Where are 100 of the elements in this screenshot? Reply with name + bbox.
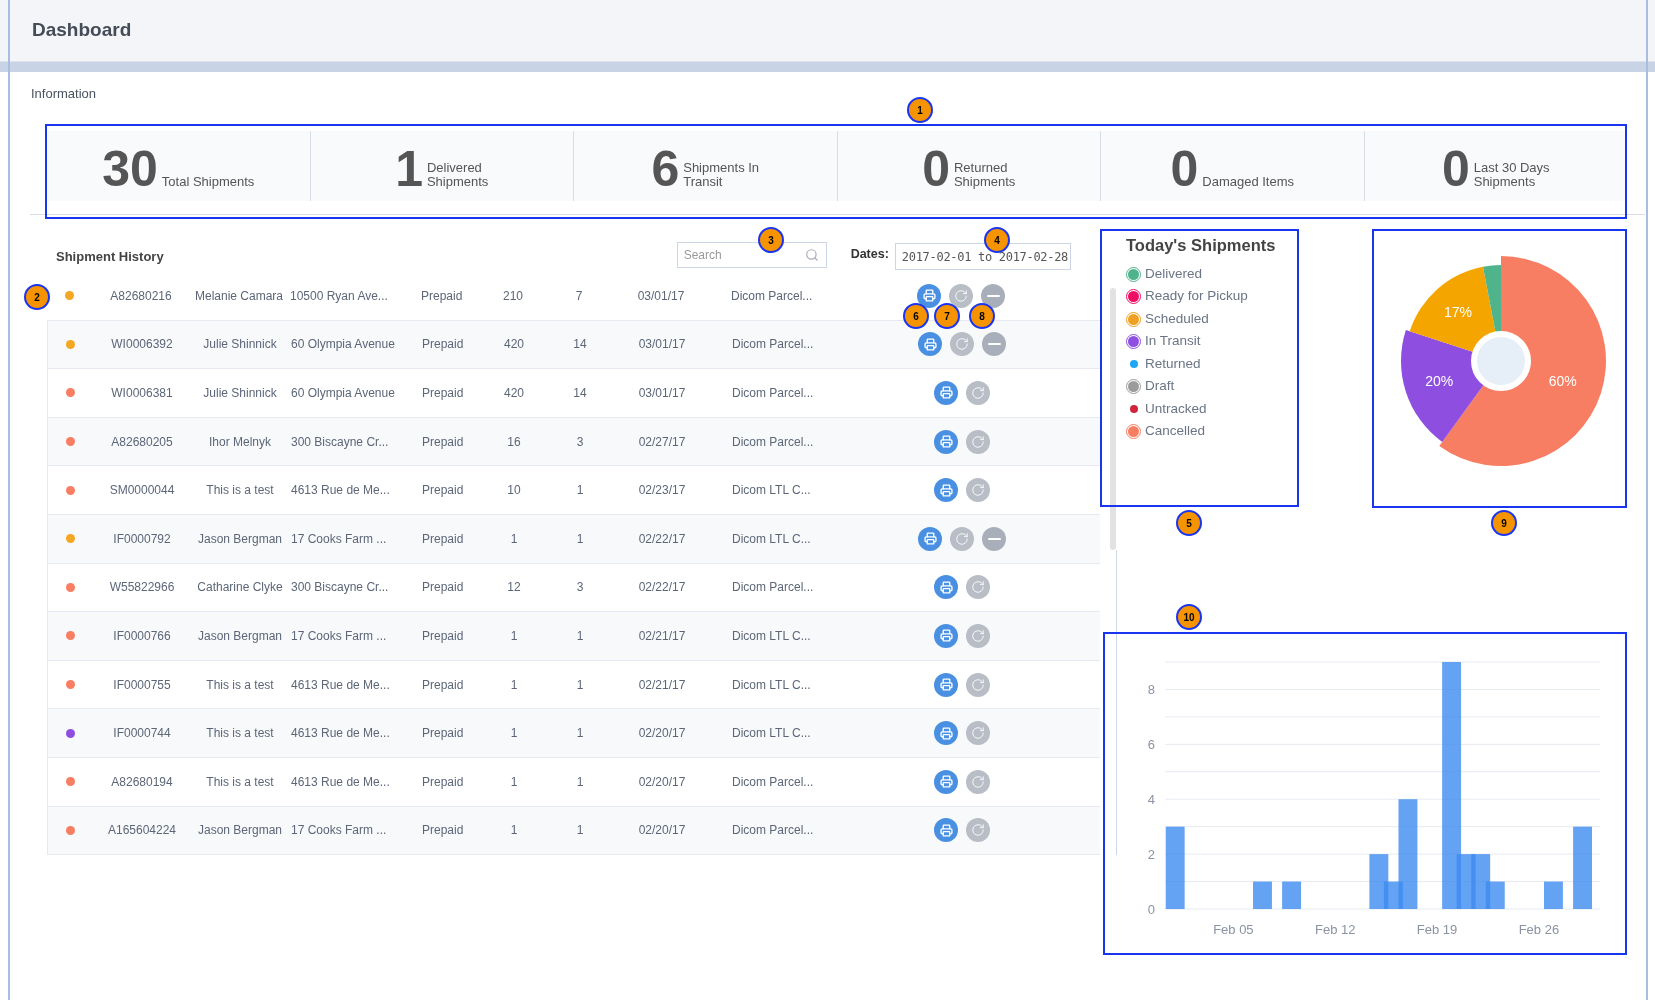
print-button[interactable] <box>918 526 942 551</box>
slice-label: 60% <box>1548 373 1577 390</box>
table-row[interactable]: WI0006392 Julie Shinnick 60 Olympia Avenue Prepaid 420 14 03/01/17 Dicom Parcel... <box>47 320 1100 370</box>
table-cell: Prepaid <box>422 483 464 498</box>
print-button[interactable] <box>934 381 958 405</box>
table-cell: Prepaid <box>422 823 464 838</box>
refresh-icon <box>971 386 985 400</box>
stat-value: 0 <box>922 145 950 193</box>
print-button[interactable] <box>934 818 958 843</box>
table-cell: Dicom LTL C... <box>732 483 811 498</box>
table-cell: Dicom LTL C... <box>732 628 811 643</box>
printer-icon <box>939 483 953 497</box>
table-row[interactable]: IF0000792 Jason Bergman 17 Cooks Farm ... Prepaid 1 1 02/22/17 Dicom LTL C... <box>47 514 1100 564</box>
callout-badge: 1 <box>907 97 933 123</box>
table-cell: 17 Cooks Farm ... <box>291 531 387 546</box>
printer-icon <box>939 823 953 837</box>
table-cell: Dicom LTL C... <box>732 726 811 741</box>
table-cell: 7 <box>575 288 583 303</box>
table-cell: Melanie Camara <box>194 288 283 303</box>
table-cell: 420 <box>504 386 524 400</box>
table-cell: Prepaid <box>422 386 464 400</box>
printer-icon <box>923 337 937 351</box>
printer-icon <box>939 435 953 449</box>
table-row[interactable]: A82680205 Ihor Melnyk 300 Biscayne Cr... Prepaid 16 3 02/27/17 Dicom Parcel... <box>47 417 1100 467</box>
table-cell: Julie Shinnick <box>203 337 277 352</box>
table-cell: Dicom LTL C... <box>732 531 811 546</box>
refresh-button[interactable] <box>949 283 973 308</box>
table-cell: 300 Biscayne Cr... <box>291 580 389 595</box>
print-button[interactable] <box>917 283 941 308</box>
refresh-icon <box>971 726 985 741</box>
cancel-button[interactable] <box>981 283 1005 308</box>
callout-badge: 2 <box>24 284 50 310</box>
refresh-icon <box>971 483 985 498</box>
callout-badge: 5 <box>1176 510 1202 536</box>
print-button[interactable] <box>934 478 958 503</box>
printer-icon <box>939 386 953 400</box>
table-cell: 03/01/17 <box>637 288 685 303</box>
table-cell: 60 Olympia Avenue <box>291 337 395 352</box>
table-cell: WI0006392 <box>111 337 173 352</box>
print-button[interactable] <box>934 575 958 600</box>
print-button[interactable] <box>934 623 958 648</box>
table-row[interactable]: A82680194 This is a test 4613 Rue de Me... Prepaid 1 1 02/20/17 Dicom Parcel... <box>47 757 1100 807</box>
table-cell: IF0000755 <box>113 677 171 692</box>
print-button[interactable] <box>934 721 958 746</box>
table-cell: Julie Shinnick <box>203 386 277 400</box>
stat-value: 0 <box>1441 145 1470 193</box>
x-tick-label: Feb 19 <box>1416 922 1458 937</box>
table-cell: 16 <box>507 434 521 449</box>
table-cell: 1 <box>576 677 584 692</box>
table-cell: Prepaid <box>422 726 464 741</box>
print-button[interactable] <box>934 769 958 794</box>
table-cell: 02/21/17 <box>638 628 686 643</box>
table-cell: 1 <box>510 531 518 546</box>
stat-value: 0 <box>1170 145 1199 193</box>
stat-value: 6 <box>651 145 680 193</box>
table-row[interactable]: IF0000744 This is a test 4613 Rue de Me... Prepaid 1 1 02/20/17 Dicom LTL C... <box>47 709 1100 758</box>
table-row[interactable]: A165604224 Jason Bergman 17 Cooks Farm ... Prepaid 1 1 02/20/17 Dicom Parcel... <box>47 806 1100 856</box>
table-cell: 60 Olympia Avenue <box>291 386 395 400</box>
table-row[interactable]: WI0006381 Julie Shinnick 60 Olympia Avenue Prepaid 420 14 03/01/17 Dicom Parcel... <box>47 369 1100 418</box>
minus-icon <box>987 537 1001 540</box>
table-row[interactable]: IF0000766 Jason Bergman 17 Cooks Farm ... Prepaid 1 1 02/21/17 Dicom LTL C... <box>47 612 1100 661</box>
table-cell: Dicom LTL C... <box>732 677 811 692</box>
table-cell: 1 <box>576 823 584 838</box>
stat-label: Delivered Shipments <box>426 161 489 189</box>
table-cell: Dicom Parcel... <box>731 288 813 303</box>
table-cell: 210 <box>503 288 523 303</box>
table-cell: 1 <box>510 774 518 789</box>
stat-label: Shipments In Transit <box>683 161 760 189</box>
table-row[interactable]: IF0000755 This is a test 4613 Rue de Me... Prepaid 1 1 02/21/17 Dicom LTL C... <box>47 660 1100 710</box>
print-button[interactable] <box>934 672 958 697</box>
table-row[interactable]: W55822966 Catharine Clyke 300 Biscayne Cr... Prepaid 12 3 02/22/17 Dicom Parcel... <box>47 563 1100 613</box>
table-cell: Catharine Clyke <box>197 580 283 595</box>
legend-label: Delivered <box>1145 264 1203 283</box>
table-cell: 17 Cooks Farm ... <box>291 823 387 838</box>
minus-icon <box>987 343 1001 346</box>
scrollbar[interactable] <box>1110 288 1116 550</box>
stat-label: Returned Shipments <box>953 161 1016 189</box>
legend-label: Cancelled <box>1145 422 1206 441</box>
refresh-icon <box>971 677 985 692</box>
table-cell: A82680216 <box>110 288 172 303</box>
table-cell: 02/23/17 <box>638 483 686 498</box>
table-cell: Dicom Parcel... <box>732 774 814 789</box>
table-cell: Prepaid <box>421 288 463 303</box>
table-cell: Jason Bergman <box>197 531 282 546</box>
table-cell: 1 <box>510 823 518 838</box>
refresh-icon <box>954 288 968 303</box>
print-button[interactable] <box>934 429 958 454</box>
refresh-icon <box>971 580 985 595</box>
printer-icon <box>939 726 953 740</box>
table-row[interactable]: SM0000044 This is a test 4613 Rue de Me... Prepaid 10 1 02/23/17 Dicom LTL C... <box>47 466 1100 515</box>
table-cell: SM0000044 <box>109 483 175 498</box>
table-cell: A82680194 <box>111 774 173 789</box>
print-button[interactable] <box>918 332 942 357</box>
date-range-field[interactable]: 2017-02-01 to 2017-02-28 <box>894 243 1071 270</box>
table-cell: W55822966 <box>109 580 175 595</box>
slice-label: 20% <box>1425 373 1454 390</box>
table-cell: Prepaid <box>422 774 464 789</box>
table-cell: 1 <box>576 483 584 498</box>
table-cell: 02/20/17 <box>638 823 686 838</box>
x-tick-label: Feb 26 <box>1518 922 1560 937</box>
